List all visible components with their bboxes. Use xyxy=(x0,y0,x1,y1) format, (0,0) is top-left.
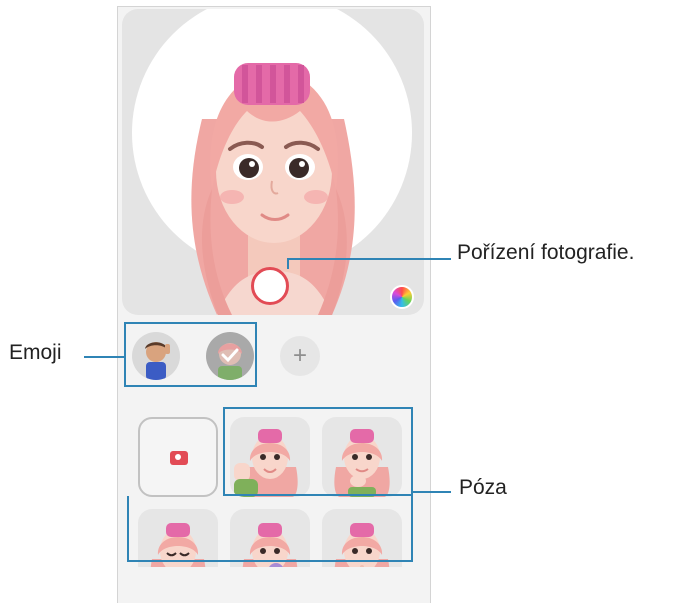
pose-highlight-box-bottom xyxy=(127,496,413,562)
pose-highlight-box-top xyxy=(223,407,413,496)
callout-label-capture: Pořízení fotografie. xyxy=(457,241,635,264)
plus-icon: + xyxy=(292,342,307,369)
callout-label-pose: Póza xyxy=(459,476,507,499)
shutter-button[interactable] xyxy=(251,267,289,305)
callout-line-emoji xyxy=(84,356,124,358)
add-emoji-button[interactable]: + xyxy=(280,336,320,376)
camera-preview xyxy=(122,9,424,315)
callout-line-pose xyxy=(413,491,451,493)
callout-label-emoji: Emoji xyxy=(9,341,62,364)
callout-line-capture-vertical xyxy=(287,259,289,269)
emoji-highlight-box xyxy=(124,322,257,387)
callout-line-capture xyxy=(287,258,451,260)
bottom-action-bar xyxy=(118,567,430,603)
camera-pose-button[interactable] xyxy=(138,417,218,497)
camera-icon xyxy=(170,451,188,465)
color-palette-icon[interactable] xyxy=(390,285,414,309)
figure: + Pořízení fotografie. Emoji Póza xyxy=(0,0,678,603)
